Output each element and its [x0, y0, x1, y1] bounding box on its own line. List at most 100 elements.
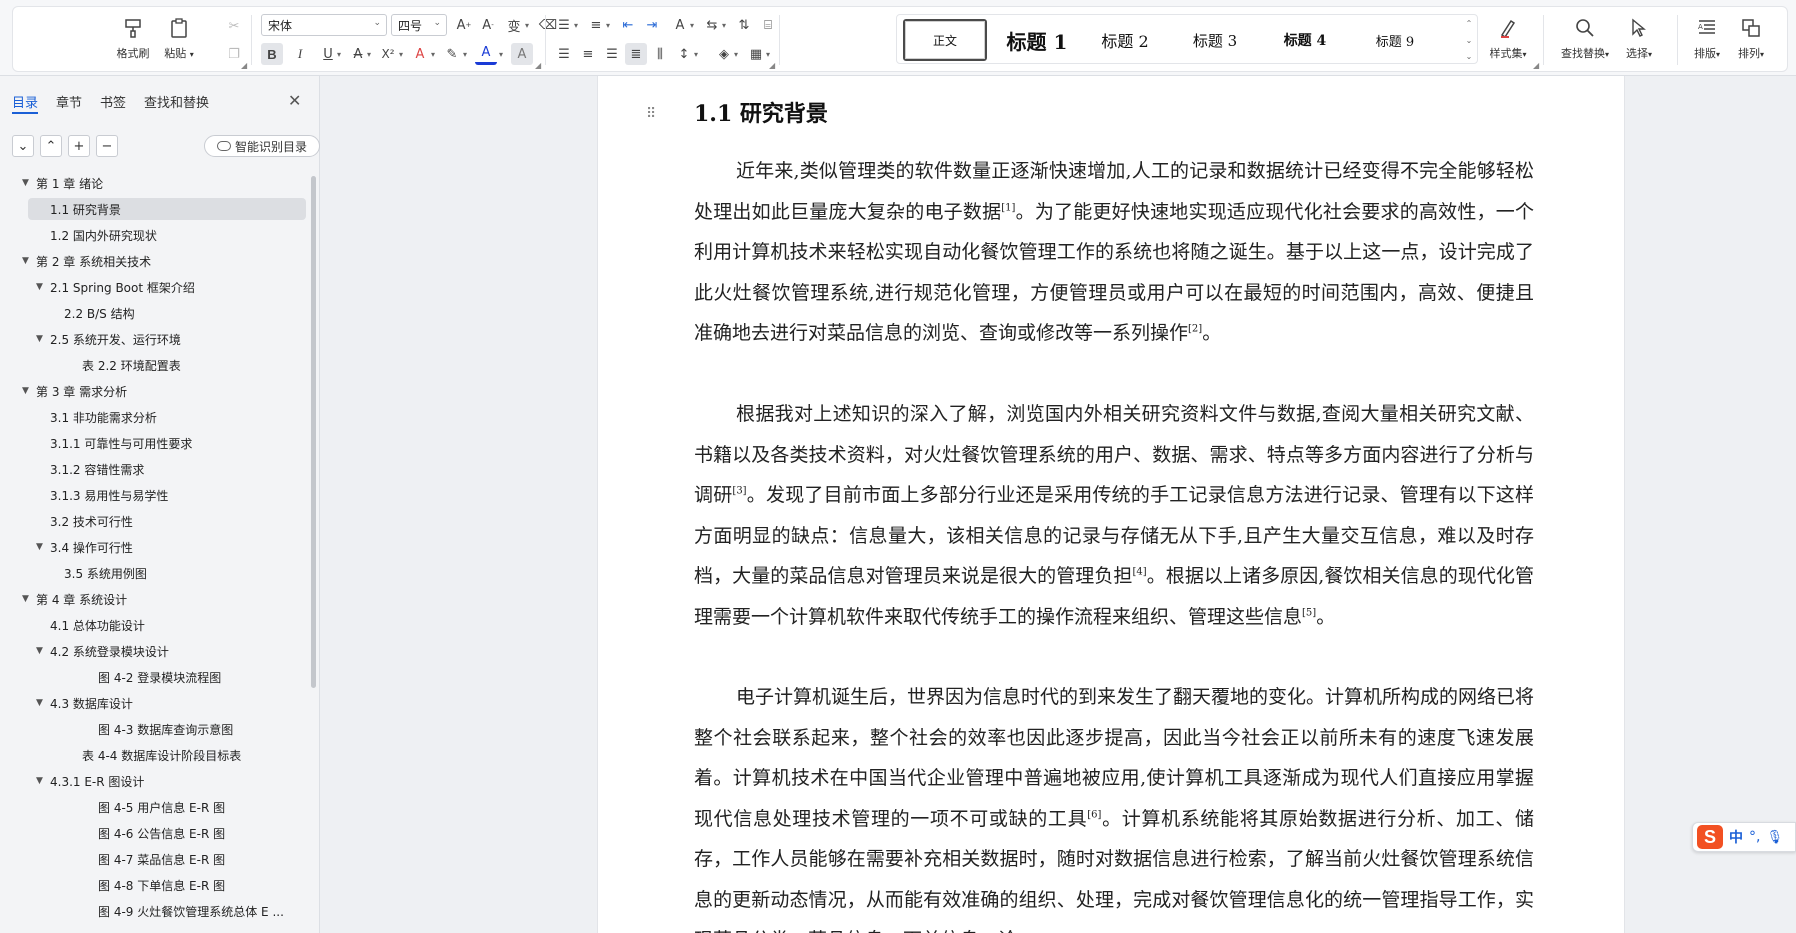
- body-paragraph[interactable]: 近年来,类似管理类的软件数量正逐渐快速增加,人工的记录和数据统计已经变得不完全能…: [694, 151, 1534, 354]
- sort-icon[interactable]: ⇅: [733, 14, 755, 36]
- expand-triangle-icon[interactable]: ▼: [36, 698, 50, 708]
- toc-item[interactable]: 1.1 研究背景: [28, 198, 306, 220]
- styles-scroll[interactable]: ⌃ ⌄ ⌄: [1463, 19, 1475, 61]
- toc-item[interactable]: ▼ 第 4 章 系统设计: [22, 588, 127, 610]
- expand-triangle-icon[interactable]: ▼: [22, 386, 36, 396]
- align-left-icon[interactable]: ☰: [553, 43, 575, 65]
- toc-item[interactable]: ▼ 3.4 操作可行性: [36, 536, 133, 558]
- toc-item[interactable]: 3.1.3 易用性与易学性: [36, 484, 168, 506]
- toc-item[interactable]: ▼ 4.3.1 E-R 图设计: [36, 770, 144, 792]
- add-heading-icon[interactable]: +: [68, 135, 90, 157]
- microphone-icon[interactable]: 🎙: [1766, 830, 1783, 845]
- body-paragraph[interactable]: 根据我对上述知识的深入了解，浏览国内外相关研究资料文件与数据,查阅大量相关研究文…: [694, 394, 1534, 637]
- paste-button[interactable]: 粘贴 ▾: [157, 11, 201, 67]
- toc-item[interactable]: ▼ 2.5 系统开发、运行环境: [36, 328, 181, 350]
- expand-triangle-icon[interactable]: ▼: [36, 646, 50, 656]
- style-heading-2[interactable]: 标题 2: [1085, 19, 1165, 61]
- toc-item[interactable]: 3.1.1 可靠性与可用性要求: [36, 432, 192, 454]
- toc-item[interactable]: 图 4-5 用户信息 E-R 图: [84, 796, 225, 818]
- expand-triangle-icon[interactable]: ▼: [22, 594, 36, 604]
- text-effect-button[interactable]: A: [409, 43, 431, 65]
- grow-font-icon[interactable]: A +: [453, 14, 475, 36]
- layout-button[interactable]: A 排版▾: [1685, 11, 1729, 67]
- borders-icon[interactable]: ▦: [745, 43, 767, 65]
- section-heading[interactable]: 1.1 研究背景: [694, 96, 828, 128]
- expand-triangle-icon[interactable]: ▼: [22, 178, 36, 188]
- distribute-icon[interactable]: ⫼: [649, 43, 671, 65]
- toc-item[interactable]: 3.5 系统用例图: [50, 562, 147, 584]
- phonetic-guide-icon[interactable]: 变: [503, 14, 525, 36]
- toc-item[interactable]: 表 2.2 环境配置表: [68, 354, 181, 376]
- expand-triangle-icon[interactable]: ▼: [36, 776, 50, 786]
- smart-toc-button[interactable]: 智能识别目录: [204, 135, 320, 157]
- toc-item[interactable]: 图 4-2 登录模块流程图: [84, 666, 221, 688]
- superscript-button[interactable]: X²: [377, 43, 399, 65]
- toc-item[interactable]: ▼ 第 3 章 需求分析: [22, 380, 127, 402]
- font-color-button[interactable]: A: [475, 43, 497, 65]
- toc-item[interactable]: ▼ 第 1 章 绪论: [22, 172, 103, 194]
- highlight-icon[interactable]: ✎: [441, 43, 463, 65]
- toc-item[interactable]: 图 4-7 菜品信息 E-R 图: [84, 848, 225, 870]
- tab-bookmarks[interactable]: 书签: [100, 92, 126, 114]
- show-marks-icon[interactable]: ⌸: [757, 14, 779, 36]
- align-right-icon[interactable]: ☰: [601, 43, 623, 65]
- cut-icon[interactable]: ✂: [223, 15, 245, 37]
- select-button[interactable]: 选择▾: [1617, 11, 1661, 67]
- expand-gallery-icon[interactable]: ⌄: [1466, 52, 1473, 61]
- toc-item[interactable]: ▼ 4.2 系统登录模块设计: [36, 640, 169, 662]
- shrink-font-icon[interactable]: A-: [477, 14, 499, 36]
- format-painter-button[interactable]: 格式刷: [111, 11, 155, 67]
- bold-button[interactable]: B: [261, 43, 283, 65]
- line-spacing-icon[interactable]: ↕: [673, 43, 695, 65]
- font-size-combo[interactable]: 四号 ⌄: [391, 14, 447, 36]
- expand-triangle-icon[interactable]: ▼: [36, 334, 50, 344]
- chevron-down-icon[interactable]: ⌄: [1466, 36, 1473, 45]
- toc-item[interactable]: 3.1 非功能需求分析: [36, 406, 157, 428]
- tab-toc[interactable]: 目录: [12, 92, 39, 114]
- style-set-button[interactable]: 样式集▾: [1481, 11, 1535, 67]
- style-heading-4[interactable]: 标题 4: [1265, 19, 1345, 61]
- chevron-down-icon[interactable]: ⌄: [12, 135, 34, 157]
- ime-punctuation[interactable]: °,: [1749, 829, 1760, 845]
- style-heading-9[interactable]: 标题 9: [1355, 19, 1435, 61]
- expand-triangle-icon[interactable]: ▼: [36, 542, 50, 552]
- toc-item[interactable]: 图 4-9 火灶餐饮管理系统总体 E ...: [84, 900, 284, 922]
- toc-item[interactable]: 3.2 技术可行性: [36, 510, 133, 532]
- expand-triangle-icon[interactable]: ▼: [22, 256, 36, 266]
- toc-item[interactable]: ▼ 4.3 数据库设计: [36, 692, 133, 714]
- underline-button[interactable]: U: [317, 43, 339, 65]
- toc-item[interactable]: 图 4-8 下单信息 E-R 图: [84, 874, 225, 896]
- toc-item[interactable]: 2.2 B/S 结构: [50, 302, 135, 324]
- remove-heading-icon[interactable]: −: [96, 135, 118, 157]
- arrange-button[interactable]: 排列▾: [1729, 11, 1773, 67]
- expand-triangle-icon[interactable]: ▼: [36, 282, 50, 292]
- justify-icon[interactable]: ≣: [625, 43, 647, 65]
- drag-handle-icon[interactable]: ⠿: [646, 106, 656, 122]
- nav-scrollbar[interactable]: [311, 176, 316, 688]
- style-heading-3[interactable]: 标题 3: [1175, 19, 1255, 61]
- text-direction-icon[interactable]: ⇆: [701, 14, 723, 36]
- close-icon[interactable]: ✕: [288, 91, 301, 110]
- toc-item[interactable]: 4.1 总体功能设计: [36, 614, 145, 636]
- clipboard-dialog-launcher[interactable]: ◢: [241, 61, 247, 70]
- chinese-layout-icon[interactable]: A: [669, 14, 691, 36]
- ime-mode[interactable]: 中: [1729, 827, 1743, 847]
- body-paragraph[interactable]: 电子计算机诞生后，世界因为信息时代的到来发生了翻天覆地的变化。计算机所构成的网络…: [694, 677, 1534, 933]
- find-replace-button[interactable]: 查找替换▾: [1555, 11, 1615, 67]
- numbered-list-icon[interactable]: ≡: [585, 14, 607, 36]
- toc-item[interactable]: 表 4-4 数据库设计阶段目标表: [68, 744, 241, 766]
- toc-item[interactable]: ▼ 第 2 章 系统相关技术: [22, 250, 151, 272]
- toc-item[interactable]: 3.1.2 容错性需求: [36, 458, 144, 480]
- font-name-combo[interactable]: 宋体 ⌄: [261, 14, 387, 36]
- char-shading-button[interactable]: A: [511, 43, 533, 65]
- tab-find-replace[interactable]: 查找和替换: [144, 92, 209, 114]
- font-dialog-launcher[interactable]: ◢: [535, 61, 541, 70]
- toc-item[interactable]: 图 4-3 数据库查询示意图: [84, 718, 233, 740]
- strikethrough-button[interactable]: A: [347, 43, 369, 65]
- decrease-indent-icon[interactable]: ⇤: [617, 14, 639, 36]
- toc-item[interactable]: 1.2 国内外研究现状: [36, 224, 157, 246]
- chevron-up-icon[interactable]: ⌃: [1466, 19, 1473, 28]
- style-normal[interactable]: 正文: [903, 19, 987, 61]
- chevron-up-icon[interactable]: ⌃: [40, 135, 62, 157]
- toc-item[interactable]: 图 4-6 公告信息 E-R 图: [84, 822, 225, 844]
